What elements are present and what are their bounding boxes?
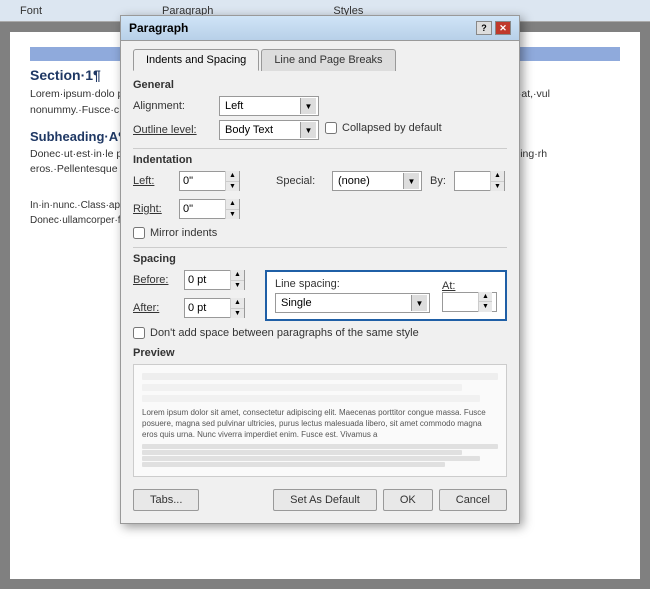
alignment-label: Alignment: bbox=[133, 100, 213, 112]
general-section: General Alignment: Left ▼ Outline level:… bbox=[133, 79, 507, 140]
help-button[interactable]: ? bbox=[476, 21, 492, 35]
collapsed-row: Collapsed by default bbox=[325, 122, 442, 134]
set-default-button[interactable]: Set As Default bbox=[273, 489, 377, 511]
left-indent-input[interactable]: ▲ ▼ bbox=[179, 171, 240, 191]
special-value: (none) bbox=[335, 175, 403, 187]
before-spinner: ▲ ▼ bbox=[230, 270, 244, 290]
same-style-checkbox[interactable] bbox=[133, 327, 145, 339]
outline-value: Body Text bbox=[222, 124, 300, 136]
alignment-dropdown[interactable]: Left ▼ bbox=[219, 96, 319, 116]
at-down[interactable]: ▼ bbox=[479, 302, 492, 312]
divider-1 bbox=[133, 148, 507, 149]
at-input[interactable]: ▲ ▼ bbox=[442, 292, 497, 312]
preview-text: Lorem ipsum dolor sit amet, consectetur … bbox=[142, 407, 498, 441]
paragraph-dialog: Paragraph ? ✕ Indents and Spacing Line a… bbox=[120, 15, 520, 524]
preview-lines bbox=[142, 373, 498, 404]
mirror-row: Mirror indents bbox=[133, 227, 507, 239]
dialog-controls: ? ✕ bbox=[476, 21, 511, 35]
by-up[interactable]: ▲ bbox=[491, 171, 504, 182]
spacing-section: Spacing Before: ▲ ▼ bbox=[133, 253, 507, 339]
special-label: Special: bbox=[276, 175, 326, 187]
by-input[interactable]: ▲ ▼ bbox=[454, 171, 505, 191]
general-label: General bbox=[133, 79, 507, 91]
after-spinner: ▲ ▼ bbox=[230, 298, 244, 318]
by-down[interactable]: ▼ bbox=[491, 182, 504, 192]
outline-label: Outline level: bbox=[133, 124, 213, 136]
before-down[interactable]: ▼ bbox=[231, 281, 244, 291]
at-value[interactable] bbox=[443, 296, 478, 308]
left-indent-down[interactable]: ▼ bbox=[226, 182, 239, 192]
line-spacing-arrow[interactable]: ▼ bbox=[411, 295, 427, 311]
dialog-tabs: Indents and Spacing Line and Page Breaks bbox=[133, 49, 507, 71]
mirror-checkbox[interactable] bbox=[133, 227, 145, 239]
indentation-label: Indentation bbox=[133, 154, 507, 166]
left-indent-row: Left: ▲ ▼ bbox=[133, 171, 240, 191]
right-indent-label: Right: bbox=[133, 203, 173, 215]
divider-2 bbox=[133, 247, 507, 248]
alignment-value: Left bbox=[222, 100, 300, 112]
dialog-body: Indents and Spacing Line and Page Breaks… bbox=[121, 41, 519, 523]
line-spacing-value: Single bbox=[278, 297, 411, 309]
dialog-titlebar: Paragraph ? ✕ bbox=[121, 16, 519, 41]
spacing-label: Spacing bbox=[133, 253, 507, 265]
by-label: By: bbox=[430, 175, 450, 187]
outline-arrow[interactable]: ▼ bbox=[300, 122, 316, 138]
before-row: Before: ▲ ▼ bbox=[133, 270, 245, 290]
preview-box: Lorem ipsum dolor sit amet, consectetur … bbox=[133, 364, 507, 477]
tab-line-page-breaks[interactable]: Line and Page Breaks bbox=[261, 49, 395, 71]
after-down[interactable]: ▼ bbox=[231, 309, 244, 319]
right-indent-input[interactable]: ▲ ▼ bbox=[179, 199, 240, 219]
line-spacing-label: Line spacing: bbox=[275, 278, 430, 290]
left-indent-label: Left: bbox=[133, 175, 173, 187]
line-spacing-highlight: Line spacing: Single ▼ At: ▲ bbox=[265, 270, 507, 321]
special-arrow[interactable]: ▼ bbox=[403, 173, 419, 189]
dialog-footer: Tabs... Set As Default OK Cancel bbox=[133, 485, 507, 513]
before-value[interactable] bbox=[185, 274, 230, 286]
ok-button[interactable]: OK bbox=[383, 489, 433, 511]
dialog-title: Paragraph bbox=[129, 21, 188, 35]
cancel-button[interactable]: Cancel bbox=[439, 489, 507, 511]
preview-label: Preview bbox=[133, 347, 507, 359]
by-value[interactable] bbox=[455, 175, 490, 187]
at-up[interactable]: ▲ bbox=[479, 292, 492, 303]
close-button[interactable]: ✕ bbox=[495, 21, 511, 35]
outline-dropdown[interactable]: Body Text ▼ bbox=[219, 120, 319, 140]
footer-right-buttons: Set As Default OK Cancel bbox=[273, 489, 507, 511]
collapsed-checkbox[interactable] bbox=[325, 122, 337, 134]
ribbon-font: Font bbox=[20, 5, 42, 17]
after-up[interactable]: ▲ bbox=[231, 298, 244, 309]
by-spinner: ▲ ▼ bbox=[490, 171, 504, 191]
tabs-button[interactable]: Tabs... bbox=[133, 489, 199, 511]
right-indent-spinner: ▲ ▼ bbox=[225, 199, 239, 219]
outline-row: Outline level: Body Text ▼ Collapsed by … bbox=[133, 120, 507, 140]
preview-section: Preview Lorem ipsum dolor sit amet, cons… bbox=[133, 347, 507, 477]
line-spacing-dropdown[interactable]: Single ▼ bbox=[275, 293, 430, 313]
after-label: After: bbox=[133, 302, 178, 314]
same-style-row: Don't add space between paragraphs of th… bbox=[133, 327, 507, 339]
special-dropdown[interactable]: (none) ▼ bbox=[332, 171, 422, 191]
right-indent-up[interactable]: ▲ bbox=[226, 199, 239, 210]
indentation-section: Indentation Left: ▲ ▼ Ri bbox=[133, 154, 507, 239]
left-indent-up[interactable]: ▲ bbox=[226, 171, 239, 182]
before-label: Before: bbox=[133, 274, 178, 286]
at-spinner: ▲ ▼ bbox=[478, 292, 492, 312]
before-up[interactable]: ▲ bbox=[231, 270, 244, 281]
left-indent-value[interactable] bbox=[180, 175, 225, 187]
before-input[interactable]: ▲ ▼ bbox=[184, 270, 245, 290]
alignment-row: Alignment: Left ▼ bbox=[133, 96, 507, 116]
at-label: At: bbox=[442, 280, 455, 292]
after-value[interactable] bbox=[185, 302, 230, 314]
right-indent-value[interactable] bbox=[180, 203, 225, 215]
same-style-label: Don't add space between paragraphs of th… bbox=[150, 327, 419, 339]
alignment-arrow[interactable]: ▼ bbox=[300, 98, 316, 114]
tab-indents-spacing[interactable]: Indents and Spacing bbox=[133, 49, 259, 71]
left-indent-spinner: ▲ ▼ bbox=[225, 171, 239, 191]
right-indent-down[interactable]: ▼ bbox=[226, 210, 239, 220]
mirror-label: Mirror indents bbox=[150, 227, 217, 239]
collapsed-label: Collapsed by default bbox=[342, 122, 442, 134]
after-input[interactable]: ▲ ▼ bbox=[184, 298, 245, 318]
special-row: Special: (none) ▼ By: bbox=[276, 171, 505, 191]
right-indent-row: Right: ▲ ▼ bbox=[133, 199, 240, 219]
after-row: After: ▲ ▼ bbox=[133, 298, 245, 318]
